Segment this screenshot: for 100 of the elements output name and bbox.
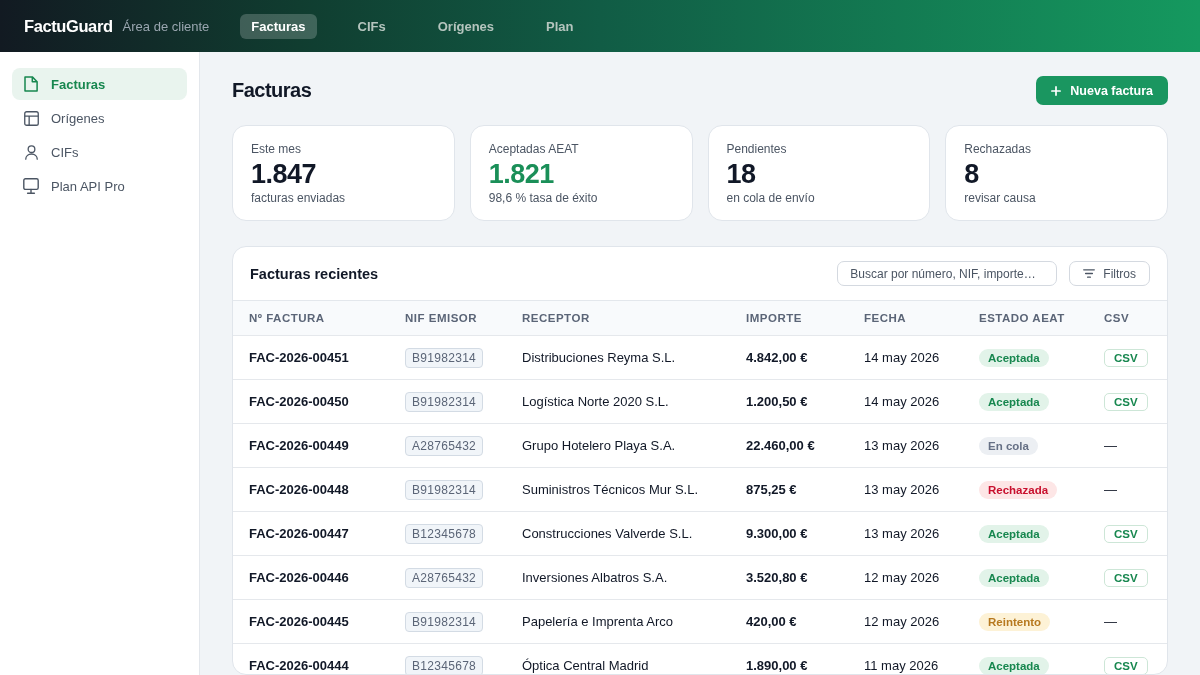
- table-cell: FAC-2026-00448: [249, 482, 349, 497]
- nif-tag: A28765432: [405, 567, 484, 588]
- sidebar-label: Orígenes: [51, 110, 105, 126]
- user-icon: [24, 144, 38, 160]
- table-cell: 875,25 €: [746, 482, 797, 497]
- table-cell: Logística Norte 2020 S.L.: [522, 394, 669, 409]
- filter-icon: [1083, 269, 1096, 278]
- table-cell: FAC-2026-00444: [249, 658, 349, 673]
- stat-label: Pendientes: [726, 142, 788, 156]
- sidebar-item[interactable]: CIFs: [12, 136, 187, 168]
- table-cell: 13 may 2026: [864, 526, 940, 541]
- status-badge: Aceptada: [979, 524, 1049, 543]
- page-title: Facturas: [232, 79, 312, 102]
- sidebar-label: CIFs: [51, 144, 79, 160]
- stat-value: 1.847: [251, 158, 318, 190]
- sidebar-label: Facturas: [51, 76, 106, 92]
- table-cell: FAC-2026-00450: [249, 394, 349, 409]
- sidebar-item[interactable]: Facturas: [12, 68, 187, 100]
- csv-button[interactable]: CSV: [1104, 568, 1148, 587]
- table-cell: 14 may 2026: [864, 394, 940, 409]
- empty-dash: —: [1104, 614, 1117, 629]
- column-header: Nº FACTURA: [249, 312, 325, 324]
- nav-tab[interactable]: CIFs: [346, 13, 397, 39]
- status-badge: Rechazada: [979, 480, 1058, 499]
- status-badge: Aceptada: [979, 392, 1049, 411]
- stat-label: Rechazadas: [964, 142, 1032, 156]
- stat-label: Este mes: [251, 142, 302, 156]
- stat-caption: en cola de envío: [726, 191, 816, 205]
- nif-tag: B91982314: [405, 479, 484, 500]
- new-invoice-button[interactable]: Nueva factura: [1036, 76, 1168, 105]
- table-cell: FAC-2026-00446: [249, 570, 349, 585]
- stat-caption: 98,6 % tasa de éxito: [488, 191, 599, 205]
- table-cell: FAC-2026-00445: [249, 614, 349, 629]
- layout-icon: [23, 110, 39, 126]
- column-header: CSV: [1104, 312, 1130, 324]
- filter-button[interactable]: Filtros: [1069, 261, 1150, 286]
- stat-value: 8: [964, 158, 980, 190]
- nif-tag: B91982314: [405, 347, 484, 368]
- table-cell: 420,00 €: [746, 614, 797, 629]
- status-badge: Reintento: [979, 612, 1051, 631]
- table-cell: 22.460,00 €: [746, 438, 815, 453]
- table-cell: 11 may 2026: [864, 658, 939, 673]
- sidebar-item[interactable]: Plan API Pro: [12, 170, 187, 202]
- column-header: NIF EMISOR: [405, 312, 478, 324]
- stat-caption: revisar causa: [964, 191, 1037, 205]
- csv-button[interactable]: CSV: [1104, 348, 1148, 367]
- csv-button[interactable]: CSV: [1104, 656, 1148, 674]
- table-cell: FAC-2026-00449: [249, 438, 349, 453]
- status-badge: Aceptada: [979, 568, 1049, 587]
- table-cell: 13 may 2026: [864, 438, 940, 453]
- table-cell: Papelería e Imprenta Arco: [522, 614, 674, 629]
- table-cell: 12 may 2026: [864, 614, 940, 629]
- csv-button[interactable]: CSV: [1104, 524, 1148, 543]
- status-badge: Aceptada: [979, 656, 1049, 674]
- empty-dash: —: [1104, 482, 1117, 497]
- sidebar-item[interactable]: Orígenes: [12, 102, 187, 134]
- stat-value: 18: [726, 158, 757, 190]
- nav-tab[interactable]: Facturas: [240, 13, 317, 39]
- table-cell: Construcciones Valverde S.L.: [522, 526, 693, 541]
- table-cell: 14 may 2026: [864, 350, 940, 365]
- app-subtitle: Área de cliente: [122, 18, 210, 34]
- table-cell: FAC-2026-00451: [249, 350, 349, 365]
- nif-tag: B12345678: [405, 523, 484, 544]
- search-field[interactable]: Buscar por número, NIF, importe…: [837, 261, 1058, 286]
- stat-label: Aceptadas AEAT: [488, 142, 580, 156]
- table-cell: Inversiones Albatros S.A.: [522, 570, 668, 585]
- table-cell: Óptica Central Madrid: [522, 658, 649, 673]
- stat-value: 1.821: [488, 158, 555, 190]
- table-cell: 4.842,00 €: [746, 350, 808, 365]
- table-cell: 13 may 2026: [864, 482, 940, 497]
- table-cell: Distribuciones Reyma S.L.: [522, 350, 676, 365]
- status-badge: Aceptada: [979, 348, 1049, 367]
- nif-tag: B91982314: [405, 391, 484, 412]
- table-cell: FAC-2026-00447: [249, 526, 349, 541]
- stat-caption: facturas enviadas: [251, 191, 347, 205]
- nif-tag: A28765432: [405, 435, 484, 456]
- table-cell: 12 may 2026: [864, 570, 940, 585]
- nif-tag: B12345678: [405, 655, 484, 674]
- nav-tab[interactable]: Plan: [535, 13, 585, 39]
- table-cell: 9.300,00 €: [746, 526, 808, 541]
- column-header: IMPORTE: [746, 312, 802, 324]
- monitor-icon: [23, 178, 39, 194]
- table-cell: 3.520,80 €: [746, 570, 808, 585]
- nif-tag: B91982314: [405, 611, 484, 632]
- status-badge: En cola: [979, 436, 1038, 455]
- app-logo: FactuGuard: [24, 16, 113, 36]
- column-header: RECEPTOR: [522, 312, 590, 324]
- table-cell: 1.890,00 €: [746, 658, 808, 673]
- table-cell: 1.200,50 €: [746, 394, 808, 409]
- plus-icon: [1051, 85, 1062, 96]
- empty-dash: —: [1104, 438, 1117, 453]
- column-header: FECHA: [864, 312, 907, 324]
- column-header: ESTADO AEAT: [979, 312, 1065, 324]
- csv-button[interactable]: CSV: [1104, 392, 1148, 411]
- file-icon: [24, 76, 38, 92]
- sidebar-label: Plan API Pro: [51, 178, 125, 194]
- table-cell: Suministros Técnicos Mur S.L.: [522, 482, 699, 497]
- table-title: Facturas recientes: [250, 265, 380, 282]
- nav-tab[interactable]: Orígenes: [426, 13, 506, 39]
- table-cell: Grupo Hotelero Playa S.A.: [522, 438, 676, 453]
